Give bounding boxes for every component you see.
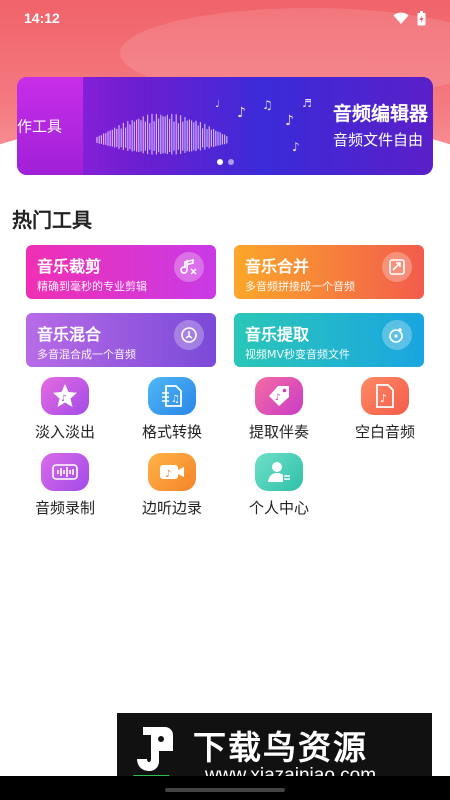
card-title: 音乐裁剪 <box>37 257 102 276</box>
card-subtitle: 精确到毫秒的专业剪辑 <box>37 280 147 293</box>
banner-pagination <box>217 159 234 165</box>
record-waveform-icon <box>41 453 89 491</box>
tag-music-icon: ♪ <box>255 377 303 415</box>
banner-title: 音频编辑器 <box>333 103 429 125</box>
pagination-dot-active[interactable] <box>217 159 223 165</box>
banner-previous-text: 作工具 <box>17 117 63 136</box>
tool-format-convert[interactable]: ♫ 格式转换 <box>122 377 222 447</box>
home-indicator[interactable] <box>165 788 285 792</box>
card-subtitle: 多音混合成一个音频 <box>37 348 136 361</box>
mix-icon <box>174 320 204 350</box>
tool-label: 个人中心 <box>248 499 309 517</box>
svg-text:♫: ♫ <box>262 98 273 112</box>
navigation-bar <box>0 776 450 800</box>
section-title: 热门工具 <box>12 208 92 232</box>
star-music-icon: ♪ <box>41 377 89 415</box>
svg-text:♪: ♪ <box>165 469 171 480</box>
promo-banner[interactable]: 作工具 ♪ ♫ ♪ ♬ ♩ ♪ 音频编辑器 音频文件自由 <box>17 77 433 175</box>
pagination-dot[interactable] <box>228 159 234 165</box>
svg-text:♪: ♪ <box>380 392 387 405</box>
tool-label: 边听边录 <box>141 499 202 517</box>
tool-label: 提取伴奏 <box>248 423 309 441</box>
svg-text:♬: ♬ <box>302 97 312 110</box>
status-bar: 14:12 <box>0 0 450 36</box>
card-title: 音乐混合 <box>37 325 102 344</box>
banner-previous-slide[interactable]: 作工具 <box>17 77 83 175</box>
svg-text:♪: ♪ <box>275 393 281 403</box>
music-extract-card[interactable]: 音乐提取 视频MV秒变音频文件 <box>234 313 424 367</box>
card-title: 音乐提取 <box>245 325 310 344</box>
card-subtitle: 多音频拼接成一个音频 <box>245 280 355 293</box>
status-time: 14:12 <box>24 10 60 26</box>
user-center-icon <box>255 453 303 491</box>
music-mix-card[interactable]: 音乐混合 多音混合成一个音频 <box>26 313 216 367</box>
extract-disc-icon <box>382 320 412 350</box>
card-title: 音乐合并 <box>245 257 310 276</box>
svg-text:♪: ♪ <box>285 113 294 129</box>
tool-label: 空白音频 <box>354 423 415 441</box>
tool-listen-record[interactable]: ♪ 边听边录 <box>122 453 222 523</box>
status-icons <box>393 10 426 26</box>
battery-icon <box>417 10 426 25</box>
banner-subtitle: 音频文件自由 <box>333 131 424 149</box>
file-convert-icon: ♫ <box>148 377 196 415</box>
svg-text:♫: ♫ <box>171 394 180 405</box>
video-record-icon: ♪ <box>148 453 196 491</box>
tool-blank-audio[interactable]: ♪ 空白音频 <box>335 377 435 447</box>
merge-icon <box>382 252 412 282</box>
svg-text:♪: ♪ <box>292 140 300 154</box>
tool-audio-record[interactable]: 音频录制 <box>15 453 115 523</box>
music-note-scissors-icon <box>174 252 204 282</box>
tool-label: 音频录制 <box>34 499 95 517</box>
tool-extract-accompaniment[interactable]: ♪ 提取伴奏 <box>229 377 329 447</box>
svg-text:♩: ♩ <box>215 99 220 110</box>
tool-label: 格式转换 <box>141 423 202 441</box>
svg-text:♪: ♪ <box>237 105 246 121</box>
music-cut-card[interactable]: 音乐裁剪 精确到毫秒的专业剪辑 <box>26 245 216 299</box>
wifi-icon <box>393 12 409 24</box>
sound-wave-icon: ♪ ♫ ♪ ♬ ♩ ♪ <box>96 97 312 155</box>
card-subtitle: 视频MV秒变音频文件 <box>245 348 351 361</box>
tool-user-center[interactable]: 个人中心 <box>229 453 329 523</box>
music-merge-card[interactable]: 音乐合并 多音频拼接成一个音频 <box>234 245 424 299</box>
tool-fade-in-out[interactable]: ♪ 淡入淡出 <box>15 377 115 447</box>
watermark-brand: 下载鸟资源 <box>193 728 368 767</box>
svg-text:♪: ♪ <box>61 394 67 404</box>
blank-audio-file-icon: ♪ <box>361 377 409 415</box>
tool-label: 淡入淡出 <box>34 423 95 441</box>
